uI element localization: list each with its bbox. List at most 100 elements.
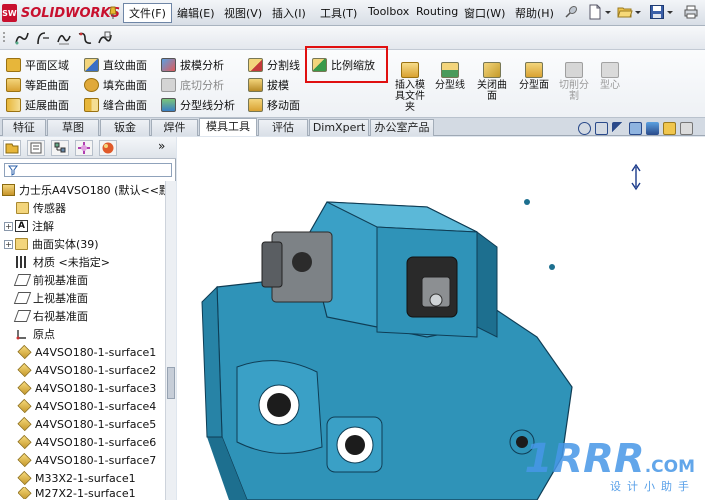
print-icon[interactable] bbox=[683, 4, 699, 20]
tree-item-label: 原点 bbox=[33, 328, 55, 341]
menu-view[interactable]: 视图(V) bbox=[224, 5, 262, 21]
tab-evaluate[interactable]: 评估 bbox=[258, 119, 308, 136]
tree-root[interactable]: 力士乐A4VSO180 (默认<<默 bbox=[2, 181, 170, 199]
menu-window[interactable]: 窗口(W) bbox=[464, 5, 505, 21]
open-folder-icon[interactable] bbox=[617, 4, 633, 20]
menu-edit[interactable]: 编辑(E) bbox=[177, 5, 215, 21]
helix-curve-icon[interactable] bbox=[56, 30, 72, 46]
move-face-button[interactable]: 移动面 bbox=[248, 96, 300, 114]
expand-toggle[interactable]: + bbox=[4, 221, 13, 231]
expand-toggle[interactable]: + bbox=[4, 239, 13, 249]
display-manager-tab-icon[interactable] bbox=[99, 140, 117, 156]
new-dropdown-icon[interactable] bbox=[604, 4, 612, 20]
heads-up-view-toolbar bbox=[578, 122, 693, 138]
tab-sketch[interactable]: 草图 bbox=[47, 119, 99, 136]
parting-line-button[interactable]: 分型线 bbox=[432, 62, 468, 91]
section-view-icon[interactable] bbox=[629, 122, 642, 135]
offset-surface-label: 等距曲面 bbox=[25, 79, 69, 92]
menu-toolbox[interactable]: Toolbox bbox=[368, 5, 409, 18]
display-style-icon[interactable] bbox=[663, 122, 676, 135]
draft-analysis-button[interactable]: 拔模分析 bbox=[161, 56, 224, 74]
tab-sheet-metal[interactable]: 钣金 bbox=[100, 119, 150, 136]
ruled-surface-button[interactable]: 直纹曲面 bbox=[84, 56, 147, 74]
save-dropdown-icon[interactable] bbox=[666, 4, 674, 20]
solidworks-logo[interactable]: SW SOLIDWORKS bbox=[2, 3, 120, 23]
pin-icon[interactable] bbox=[563, 4, 579, 20]
tree-item-top-plane[interactable]: 上视基准面 bbox=[13, 289, 88, 307]
3d-curve-icon[interactable] bbox=[97, 30, 113, 46]
offset-surface-button[interactable]: 等距曲面 bbox=[6, 76, 69, 94]
tree-item-sensors[interactable]: 传感器 bbox=[16, 199, 66, 217]
hide-show-items-icon[interactable] bbox=[680, 122, 693, 135]
tab-office-products[interactable]: 办公室产品 bbox=[370, 119, 434, 136]
scrollbar-thumb[interactable] bbox=[167, 367, 175, 399]
tooling-split-button[interactable]: 切削分 割 bbox=[556, 62, 592, 102]
composite-curve-icon[interactable] bbox=[77, 30, 93, 46]
split-line-button[interactable]: 分割线 bbox=[248, 56, 300, 74]
tree-item-surface-bodies[interactable]: + 曲面实体(39) bbox=[4, 235, 99, 253]
menu-pin-icon[interactable] bbox=[108, 4, 118, 20]
insert-mold-folder-button[interactable]: 插入模 具文件 夹 bbox=[392, 62, 428, 113]
tree-item-right-plane[interactable]: 右视基准面 bbox=[13, 307, 88, 325]
planar-surface-button[interactable]: 平面区域 bbox=[6, 56, 69, 74]
tree-item-origin[interactable]: 原点 bbox=[16, 325, 55, 343]
tab-mold-tools[interactable]: 模具工具 bbox=[199, 118, 257, 136]
property-manager-tab-icon[interactable] bbox=[27, 140, 45, 156]
configuration-manager-tab-icon[interactable] bbox=[51, 140, 69, 156]
previous-view-icon[interactable] bbox=[612, 122, 625, 135]
draft-button[interactable]: 拔模 bbox=[248, 76, 289, 94]
tree-item-label: M33X2-1-surface1 bbox=[35, 471, 136, 485]
zoom-to-fit-icon[interactable] bbox=[578, 122, 591, 135]
expand-panel-icon[interactable]: » bbox=[158, 139, 165, 153]
tree-item-label: A4VSO180-1-surface3 bbox=[35, 381, 157, 395]
view-orientation-icon[interactable] bbox=[646, 122, 659, 135]
open-dropdown-icon[interactable] bbox=[634, 4, 642, 20]
fill-surface-button[interactable]: 填充曲面 bbox=[84, 76, 147, 94]
core-button[interactable]: 型心 bbox=[592, 62, 628, 91]
surface-icon bbox=[17, 452, 32, 468]
zoom-to-area-icon[interactable] bbox=[595, 122, 608, 135]
parting-line-analysis-button[interactable]: 分型线分析 bbox=[161, 96, 235, 114]
menu-routing[interactable]: Routing bbox=[416, 5, 458, 18]
menu-insert[interactable]: 插入(I) bbox=[272, 5, 306, 21]
watermark: 1RRR.COM 设计小助手 bbox=[524, 439, 695, 494]
tab-dimxpert[interactable]: DimXpert bbox=[309, 119, 369, 136]
tree-item-surface[interactable]: A4VSO180-1-surface2 bbox=[17, 361, 156, 379]
graphics-viewport[interactable]: 1RRR.COM 设计小助手 bbox=[177, 137, 705, 500]
tree-item-surface[interactable]: A4VSO180-1-surface6 bbox=[17, 433, 156, 451]
planar-surface-icon bbox=[6, 58, 21, 72]
tree-item-surface[interactable]: A4VSO180-1-surface1 bbox=[17, 343, 156, 361]
part-icon bbox=[2, 184, 15, 196]
shut-off-surface-button[interactable]: 关闭曲 面 bbox=[474, 62, 510, 102]
tree-item-surface[interactable]: M27X2-1-surface1 bbox=[18, 487, 136, 499]
menu-tools[interactable]: 工具(T) bbox=[320, 5, 357, 21]
tree-item-surface[interactable]: M33X2-1-surface1 bbox=[17, 469, 136, 487]
parting-surface-button[interactable]: 分型面 bbox=[516, 62, 552, 91]
tab-features[interactable]: 特征 bbox=[2, 119, 46, 136]
toolbar-grip[interactable] bbox=[2, 30, 6, 46]
tree-item-surface[interactable]: A4VSO180-1-surface4 bbox=[17, 397, 156, 415]
tree-filter-input[interactable] bbox=[4, 163, 172, 177]
menu-file[interactable]: 文件(F) bbox=[123, 3, 172, 23]
tree-item-annotations[interactable]: + A 注解 bbox=[4, 217, 54, 235]
feature-manager-tab-icon[interactable] bbox=[3, 140, 21, 156]
tree-item-surface[interactable]: A4VSO180-1-surface5 bbox=[17, 415, 156, 433]
new-document-icon[interactable] bbox=[587, 4, 603, 20]
dimxpert-manager-tab-icon[interactable] bbox=[75, 140, 93, 156]
save-icon[interactable] bbox=[649, 4, 665, 20]
tree-item-material[interactable]: 材质 <未指定> bbox=[16, 253, 110, 271]
undercut-analysis-button[interactable]: 底切分析 bbox=[161, 76, 224, 94]
tooling-split-label-2: 割 bbox=[569, 91, 579, 102]
insert-mold-folder-label-3: 夹 bbox=[405, 102, 415, 113]
knit-surface-button[interactable]: 缝合曲面 bbox=[84, 96, 147, 114]
tree-item-front-plane[interactable]: 前视基准面 bbox=[13, 271, 88, 289]
tab-weldments[interactable]: 焊件 bbox=[151, 119, 198, 136]
surface-icon bbox=[17, 362, 32, 378]
tree-item-surface[interactable]: A4VSO180-1-surface3 bbox=[17, 379, 157, 397]
tree-scrollbar[interactable] bbox=[165, 181, 176, 500]
split-line-curve-icon[interactable] bbox=[14, 30, 30, 46]
extend-surface-button[interactable]: 延展曲面 bbox=[6, 96, 69, 114]
projected-curve-icon[interactable] bbox=[35, 30, 51, 46]
menu-help[interactable]: 帮助(H) bbox=[515, 5, 554, 21]
tree-item-surface[interactable]: A4VSO180-1-surface7 bbox=[17, 451, 156, 469]
